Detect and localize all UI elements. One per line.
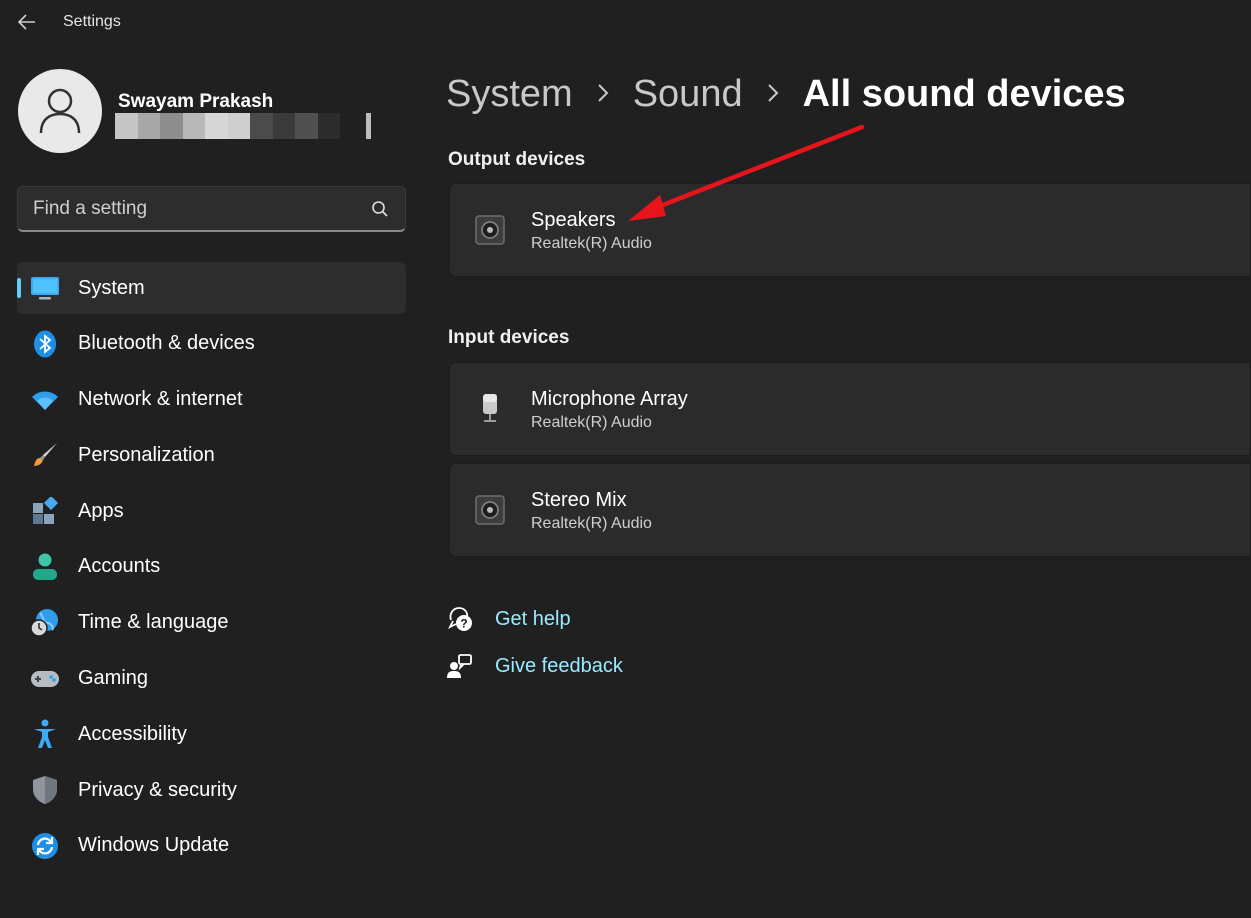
apps-icon [30,496,60,526]
sidebar-item-bluetooth[interactable]: Bluetooth & devices [17,318,406,370]
back-button[interactable] [14,9,40,35]
app-title: Settings [63,13,121,30]
give-feedback-label[interactable]: Give feedback [495,655,623,678]
bluetooth-icon [30,329,60,359]
breadcrumb-sound[interactable]: Sound [633,73,743,116]
sidebar-item-personalization[interactable]: Personalization [17,429,406,481]
accessibility-icon [30,719,60,749]
chevron-right-icon [767,79,779,110]
device-name: Speakers [531,209,616,231]
monitor-icon [30,273,60,303]
wifi-icon [30,385,60,415]
sidebar-item-network[interactable]: Network & internet [17,374,406,426]
device-card-speakers[interactable]: Speakers Realtek(R) Audio [449,183,1251,277]
sidebar-item-privacy-security[interactable]: Privacy & security [17,764,406,816]
device-card-stereo-mix[interactable]: Stereo Mix Realtek(R) Audio [449,463,1251,557]
update-icon [30,831,60,861]
sidebar-item-label: Network & internet [78,388,243,411]
sidebar-item-gaming[interactable]: Gaming [17,653,406,705]
sidebar-item-label: Accessibility [78,722,187,745]
output-devices-heading: Output devices [448,149,586,170]
chevron-right-icon [597,79,609,110]
sidebar-item-label: Bluetooth & devices [78,332,255,355]
redaction-bar [366,113,371,139]
sidebar-item-system[interactable]: System [17,262,406,314]
paintbrush-icon [30,440,60,470]
sidebar-item-label: Privacy & security [78,778,237,801]
sidebar-item-label: Personalization [78,443,215,466]
device-driver: Realtek(R) Audio [531,515,652,532]
sidebar-item-label: Accounts [78,555,161,578]
help-chat-icon: ? [447,606,473,632]
device-card-microphone-array[interactable]: Microphone Array Realtek(R) Audio [449,362,1251,456]
get-help-link[interactable]: ? Get help [447,604,571,634]
user-name: Swayam Prakash [118,91,274,112]
get-help-label[interactable]: Get help [495,608,571,631]
sidebar-item-apps[interactable]: Apps [17,485,406,537]
sidebar-item-label: Gaming [78,667,149,690]
microphone-icon [474,393,506,425]
sidebar-item-time-language[interactable]: Time & language [17,597,406,649]
speaker-icon [474,494,506,526]
person-icon [30,552,60,582]
device-driver: Realtek(R) Audio [531,235,652,252]
user-email-redacted [115,113,340,139]
search-icon[interactable] [371,200,389,218]
speaker-icon [474,214,506,246]
person-icon [39,88,81,134]
breadcrumb: System Sound All sound devices [446,70,1126,118]
sidebar-item-label: Apps [78,499,124,522]
sidebar-item-accounts[interactable]: Accounts [17,541,406,593]
sidebar-item-windows-update[interactable]: Windows Update [17,820,406,872]
page-title: All sound devices [802,72,1126,115]
search-input[interactable] [18,187,358,230]
gamepad-icon [30,664,60,694]
search-box[interactable] [17,186,406,232]
sidebar-item-label: Windows Update [78,834,230,857]
svg-text:?: ? [460,617,467,631]
sidebar-nav: System Bluetooth & devices Network & int… [17,262,406,876]
device-name: Microphone Array [531,388,688,410]
globe-clock-icon [30,608,60,638]
sidebar-item-accessibility[interactable]: Accessibility [17,708,406,760]
avatar[interactable] [18,69,102,153]
sidebar-item-label: System [78,276,145,299]
title-bar: Settings [0,0,1251,44]
input-devices-heading: Input devices [448,327,570,348]
feedback-icon [447,653,473,679]
shield-icon [30,775,60,805]
device-driver: Realtek(R) Audio [531,414,652,431]
back-arrow-icon [18,14,35,30]
give-feedback-link[interactable]: Give feedback [447,651,623,681]
sidebar-item-label: Time & language [78,611,229,634]
device-name: Stereo Mix [531,489,627,511]
breadcrumb-system[interactable]: System [446,73,573,116]
